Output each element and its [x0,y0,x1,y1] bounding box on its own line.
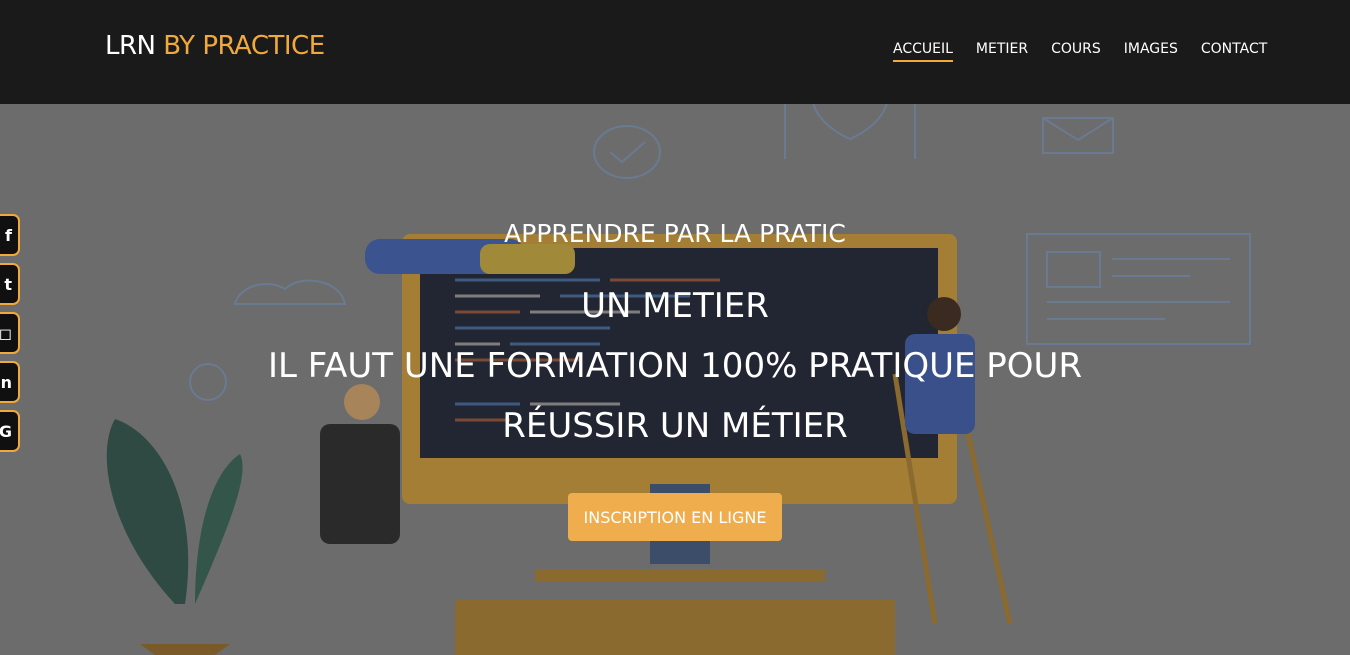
nav-item-contact[interactable]: CONTACT [1201,41,1267,62]
signup-button[interactable]: INSCRIPTION EN LIGNE [568,493,782,541]
top-navbar: LRN BY PRACTICE ACCUEIL METIER COURS IMA… [0,0,1350,104]
instagram-icon[interactable]: ◻ [0,312,20,354]
hero-line-3: RÉUSSIR UN MÉTIER [502,406,848,446]
nav-item-images[interactable]: IMAGES [1124,41,1178,62]
brand-name: LRN [105,31,156,61]
hero-kicker: APPRENDRE PAR LA PRATIC [504,219,846,248]
google-icon[interactable]: G [0,410,20,452]
facebook-icon[interactable]: f [0,214,20,256]
hero-headline: UN METIER IL FAUT UNE FORMATION 100% PRA… [0,276,1350,456]
main-nav: ACCUEIL METIER COURS IMAGES CONTACT [893,41,1290,62]
twitter-icon[interactable]: t [0,263,20,305]
brand-logo[interactable]: LRN BY PRACTICE [105,31,325,61]
nav-item-cours[interactable]: COURS [1051,41,1101,62]
nav-item-accueil[interactable]: ACCUEIL [893,41,953,62]
social-sidebar: f t ◻ in G [0,214,20,459]
hero-section: APPRENDRE PAR LA PRATIC UN METIER IL FAU… [0,104,1350,655]
nav-item-metier[interactable]: METIER [976,41,1028,62]
hero-line-2: IL FAUT UNE FORMATION 100% PRATIQUE POUR [267,346,1083,386]
linkedin-icon[interactable]: in [0,361,20,403]
brand-accent: BY PRACTICE [163,31,325,61]
hero-line-1: UN METIER [581,286,769,326]
